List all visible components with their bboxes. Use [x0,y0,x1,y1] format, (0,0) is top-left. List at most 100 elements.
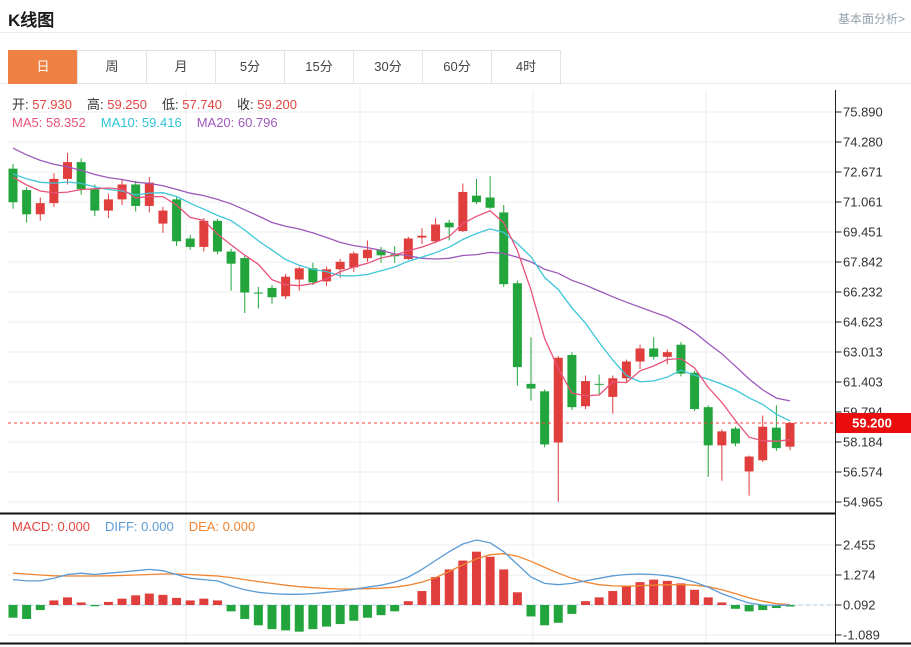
macd-bar [104,602,113,605]
candle-body [649,348,658,356]
macd-bar [281,605,290,630]
candle-body [431,225,440,242]
y-tick-label: 56.574 [843,465,883,480]
y-tick-label: 64.623 [843,315,883,330]
macd-bar [349,605,358,621]
macd-bar [486,557,495,605]
tab-30分[interactable]: 30分 [353,50,423,84]
macd-bar [254,605,263,625]
macd-bar [704,597,713,605]
macd-bar [172,598,181,605]
period-tabbar: 日周月5分15分30分60分4时 [8,50,561,84]
candles-layer [9,153,795,502]
macd-bar [567,605,576,614]
candle-body [417,236,426,238]
macd-bar [199,599,208,605]
candle-body [717,431,726,445]
macd-bar [676,583,685,605]
candle-body [36,203,45,214]
macd-bar [186,600,195,605]
y-tick-label: 69.451 [843,225,883,240]
y-tick-label: 71.061 [843,195,883,210]
macd-bar [527,605,536,616]
candle-body [690,373,699,409]
candle-body [745,457,754,472]
macd-bar [118,599,127,605]
macd-bar [622,586,631,605]
macd-legend: MACD: 0.000DIFF: 0.000DEA: 0.000 [12,519,270,534]
macd-tick-label: -1.089 [843,628,880,643]
ma20-value: MA20: 60.796 [197,115,278,130]
macd-bar [77,602,86,605]
macd-bar [213,600,222,605]
tab-5分[interactable]: 5分 [215,50,285,84]
ma5-line [13,177,790,441]
y-tick-label: 58.184 [843,435,883,450]
tab-60分[interactable]: 60分 [422,50,492,84]
fundamental-analysis-link[interactable]: 基本面分析> [838,10,905,27]
macd-bar [554,605,563,623]
candle-body [486,198,495,208]
y-tick-label: 63.013 [843,345,883,360]
candle-body [199,221,208,247]
macd-bar [240,605,249,619]
candle-body [554,358,563,443]
tab-4时[interactable]: 4时 [491,50,561,84]
candle-body [240,258,249,292]
candle-body [104,199,113,210]
macd-tick-label: 2.455 [843,538,876,553]
y-tick-label: 61.403 [843,375,883,390]
ma5-value: MA5: 58.352 [12,115,86,130]
candle-body [90,189,99,210]
tab-月[interactable]: 月 [146,50,216,84]
macd-bar [9,605,18,618]
tab-周[interactable]: 周 [77,50,147,84]
macd-bar [581,601,590,605]
candle-body [77,162,86,189]
macd-value: MACD: 0.000 [12,519,90,534]
candle-body [227,252,236,264]
candle-body [281,277,290,297]
candle-body [268,288,277,297]
macd-histogram [9,552,795,632]
macd-bar [717,602,726,605]
tab-15分[interactable]: 15分 [284,50,354,84]
y-tick-label: 67.842 [843,255,883,270]
ma10-value: MA10: 59.416 [101,115,182,130]
macd-bar [540,605,549,625]
ohlc-high: 高: 59.250 [87,97,147,112]
macd-bar [513,592,522,605]
macd-bar [90,605,99,606]
macd-bar [336,605,345,624]
page-title: K线图 [8,6,54,31]
y-tick-label: 54.965 [843,495,883,510]
diff-value: DIFF: 0.000 [105,519,174,534]
macd-tick-label: 0.092 [843,598,876,613]
macd-bar [131,595,140,605]
macd-bar [377,605,386,615]
macd-bar [308,605,317,629]
candle-body [295,268,304,279]
candle-body [63,162,72,179]
ohlc-close: 收: 59.200 [237,97,297,112]
ma10-line [13,174,790,421]
candle-body [458,192,467,231]
candle-body [513,283,522,367]
chart-canvas: 75.89074.28072.67171.06169.45167.84266.2… [0,87,911,647]
macd-bar [745,605,754,611]
macd-bar [295,605,304,632]
macd-bar [363,605,372,618]
y-axis: 75.89074.28072.67171.06169.45167.84266.2… [836,105,883,643]
ohlc-open: 开: 57.930 [12,97,72,112]
candle-body [540,391,549,444]
candle-body [758,427,767,461]
tab-日[interactable]: 日 [8,50,78,84]
diff-line [13,540,790,606]
candle-body [336,262,345,269]
macd-bar [731,605,740,609]
y-tick-label: 74.280 [843,135,883,150]
ma20-line [13,148,790,401]
candle-body [363,250,372,258]
macd-bar [404,601,413,605]
grid-lines [8,90,835,643]
